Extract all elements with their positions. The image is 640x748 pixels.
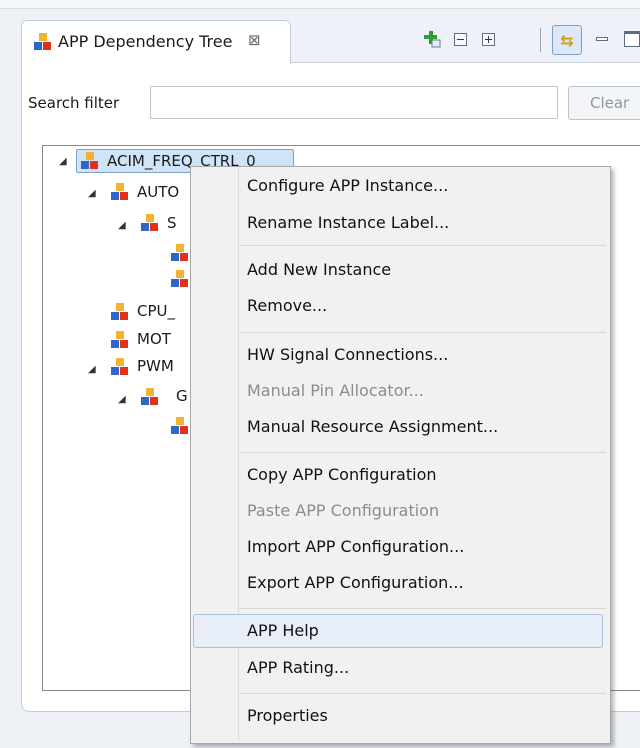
- menu-item-add-new-instance[interactable]: Add New Instance: [247, 260, 391, 279]
- tree-node-label[interactable]: PWM: [137, 357, 174, 375]
- menu-item-configure-app-instance[interactable]: Configure APP Instance...: [247, 176, 448, 195]
- app-node-icon: [111, 358, 129, 376]
- menu-separator: [240, 245, 606, 246]
- menu-item-copy-app-configuration[interactable]: Copy APP Configuration: [247, 465, 437, 484]
- menu-item-remove[interactable]: Remove...: [247, 296, 327, 315]
- clear-button[interactable]: Clear: [568, 86, 640, 120]
- menu-item-app-rating[interactable]: APP Rating...: [247, 658, 349, 677]
- menu-item-manual-resource-assignment[interactable]: Manual Resource Assignment...: [247, 417, 498, 436]
- tab-close-icon[interactable]: ⊠: [248, 31, 261, 49]
- app-node-icon: [171, 270, 189, 288]
- tree-node-label[interactable]: AUTO: [137, 183, 179, 201]
- app-node-icon: [111, 183, 129, 201]
- app-tree-icon: [34, 33, 52, 51]
- maximize-icon[interactable]: [624, 31, 640, 47]
- expand-all-icon[interactable]: [479, 30, 497, 48]
- add-app-icon[interactable]: [423, 30, 441, 48]
- minimize-icon[interactable]: [595, 30, 609, 48]
- menu-item-properties[interactable]: Properties: [247, 706, 328, 725]
- menu-item-paste-app-configuration[interactable]: Paste APP Configuration: [247, 501, 439, 520]
- menu-item-manual-pin-allocator[interactable]: Manual Pin Allocator...: [247, 381, 424, 400]
- app-node-icon: [141, 214, 159, 232]
- menu-separator: [240, 452, 606, 453]
- tab-title: APP Dependency Tree: [58, 32, 233, 51]
- search-filter-label: Search filter: [28, 94, 120, 112]
- search-filter-input[interactable]: [150, 86, 558, 119]
- context-menu-gutter: [238, 167, 239, 741]
- menu-separator: [240, 693, 606, 694]
- app-node-icon: [81, 152, 99, 170]
- expand-arrow-icon[interactable]: ◢: [118, 394, 126, 405]
- top-edge: [0, 0, 640, 9]
- menu-item-rename-instance-label[interactable]: Rename Instance Label...: [247, 213, 449, 232]
- link-with-editor-icon[interactable]: ⇆: [552, 25, 582, 55]
- app-node-icon: [141, 388, 159, 406]
- toolbar-separator: [540, 28, 541, 52]
- menu-item-import-app-configuration[interactable]: Import APP Configuration...: [247, 537, 464, 556]
- tree-node-label[interactable]: G: [176, 387, 188, 405]
- menu-item-hw-signal-connections[interactable]: HW Signal Connections...: [247, 345, 448, 364]
- app-node-icon: [171, 417, 189, 435]
- tree-node-label[interactable]: CPU_: [137, 302, 175, 320]
- tree-node-label[interactable]: MOT: [137, 330, 171, 348]
- collapse-all-icon[interactable]: [451, 30, 469, 48]
- expand-arrow-icon[interactable]: ◢: [59, 156, 67, 167]
- expand-arrow-icon[interactable]: ◢: [88, 188, 96, 199]
- tree-node-label[interactable]: S: [167, 214, 177, 232]
- app-node-icon: [171, 244, 189, 262]
- expand-arrow-icon[interactable]: ◢: [88, 364, 96, 375]
- menu-item-export-app-configuration[interactable]: Export APP Configuration...: [247, 573, 464, 592]
- menu-item-app-help[interactable]: APP Help: [247, 621, 319, 640]
- expand-arrow-icon[interactable]: ◢: [118, 220, 126, 231]
- menu-separator: [240, 608, 606, 609]
- app-node-icon: [111, 303, 129, 321]
- menu-separator: [240, 332, 606, 333]
- app-node-icon: [111, 331, 129, 349]
